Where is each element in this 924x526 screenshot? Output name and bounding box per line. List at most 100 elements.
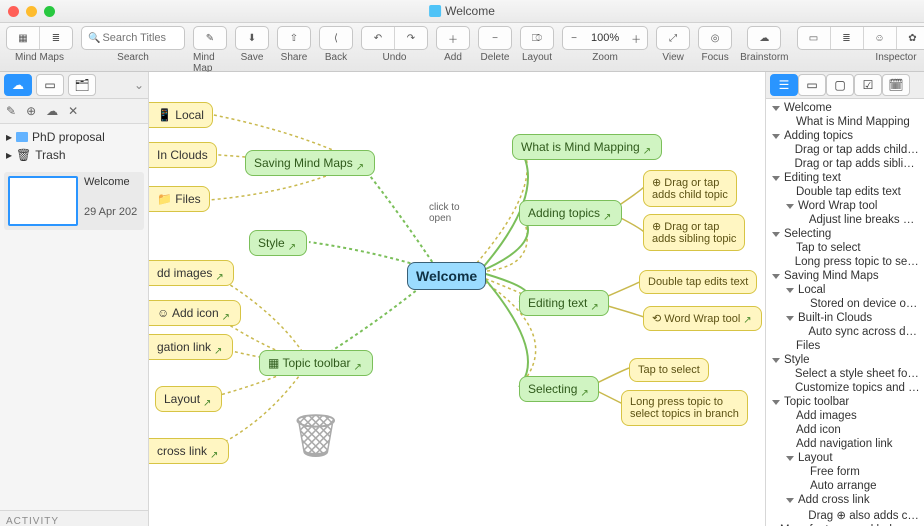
outline-row[interactable]: Built-in Clouds — [766, 311, 924, 325]
outline-row[interactable]: Drag or tap adds child topic — [766, 143, 924, 157]
outline-row[interactable]: Double tap edits text — [766, 185, 924, 199]
outline-row[interactable]: Layout — [766, 451, 924, 465]
disclosure-triangle-icon[interactable] — [772, 274, 780, 279]
redo-button[interactable]: ↷ — [395, 27, 427, 49]
inspector-tab-d[interactable]: ☑ — [854, 74, 882, 96]
node-files[interactable]: 📁 Files — [149, 186, 210, 212]
outline-row[interactable]: Adjust line breaks and... — [766, 213, 924, 227]
outline-row[interactable]: Editing text — [766, 171, 924, 185]
outline-row[interactable]: Drag or tap adds sibling to... — [766, 157, 924, 171]
close-icon[interactable]: ✕ — [68, 104, 78, 118]
disclosure-triangle-icon[interactable] — [786, 316, 794, 321]
search-input[interactable] — [100, 31, 174, 45]
disclosure-triangle-icon[interactable] — [772, 232, 780, 237]
disclosure-triangle-icon[interactable] — [772, 134, 780, 139]
inspector-toggle-2[interactable]: ≣ — [831, 27, 864, 49]
outline-row[interactable]: Auto sync across devices — [766, 325, 924, 339]
inspector-tab-c[interactable]: ▢ — [826, 74, 854, 96]
sidebar-tab-files[interactable]: 🗂 — [68, 74, 96, 96]
disclosure-triangle-icon[interactable] — [786, 456, 794, 461]
disclosure-triangle-icon[interactable] — [772, 176, 780, 181]
delete-button[interactable]: − — [478, 26, 512, 50]
search-field[interactable]: 🔍 — [81, 26, 185, 50]
new-icon[interactable]: ⊕ — [26, 104, 36, 118]
edit-icon[interactable]: ✎ — [6, 104, 16, 118]
trash-drop-icon[interactable]: 🗑 — [289, 412, 342, 461]
view-button[interactable]: ⤢ — [656, 26, 690, 50]
disclosure-triangle-icon[interactable] — [772, 106, 780, 111]
node-inclouds[interactable]: In Clouds — [149, 142, 217, 168]
add-button[interactable]: ＋ — [436, 26, 470, 50]
outline-row[interactable]: Long press topic to select... — [766, 255, 924, 269]
sidebar-tab-folder[interactable]: ▭ — [36, 74, 64, 96]
node-topic-toolbar[interactable]: ▦ Topic toolbar — [259, 350, 373, 376]
disclosure-triangle-icon[interactable] — [772, 400, 780, 405]
focus-button[interactable]: ◎ — [698, 26, 732, 50]
thumbnail-card[interactable]: Welcome 29 Apr 202 — [4, 172, 144, 230]
sync-icon[interactable]: ☁ — [46, 104, 58, 118]
outline-row[interactable]: Select a style sheet for th... — [766, 367, 924, 381]
inspector-tab-outline[interactable]: ☰ — [770, 74, 798, 96]
outline-row[interactable]: Saving Mind Maps — [766, 269, 924, 283]
outline-row[interactable]: Topic toolbar — [766, 395, 924, 409]
chevron-down-icon[interactable]: ⌄ — [134, 78, 144, 92]
layout-button[interactable]: ⎄ — [520, 26, 554, 50]
mindmaps-segment[interactable]: ▦ — [7, 27, 40, 49]
outline-row[interactable]: Customize topics and lines — [766, 381, 924, 395]
back-button[interactable]: ⟨ — [319, 26, 353, 50]
node-nav-link[interactable]: gation link — [149, 334, 233, 360]
outline-row[interactable]: Welcome — [766, 101, 924, 115]
close-window-icon[interactable] — [8, 6, 19, 17]
node-root[interactable]: Welcome — [407, 262, 486, 290]
undo-button[interactable]: ↶ — [362, 27, 395, 49]
outline-row[interactable]: Adding topics — [766, 129, 924, 143]
outline-row[interactable]: Stored on device only — [766, 297, 924, 311]
outline-row[interactable]: Local — [766, 283, 924, 297]
node-layout[interactable]: Layout — [155, 386, 222, 412]
node-word-wrap[interactable]: ⟲ Word Wrap tool — [643, 306, 762, 331]
outline-row[interactable]: Add icon — [766, 423, 924, 437]
node-add-icon[interactable]: ☺ Add icon — [149, 300, 241, 326]
node-saving[interactable]: Saving Mind Maps — [245, 150, 375, 176]
node-drag-child[interactable]: ⊕ Drag or tap adds child topic — [643, 170, 737, 207]
node-tap-select[interactable]: Tap to select — [629, 358, 709, 382]
node-add-images[interactable]: dd images — [149, 260, 234, 286]
inspector-tab-b[interactable]: ▭ — [798, 74, 826, 96]
zoom-out-icon[interactable]: − — [563, 33, 585, 44]
outline-row[interactable]: Files — [766, 339, 924, 353]
outline-row[interactable]: Tap to select — [766, 241, 924, 255]
node-what-is[interactable]: What is Mind Mapping — [512, 134, 662, 160]
node-drag-sibling[interactable]: ⊕ Drag or tap adds sibling topic — [643, 214, 745, 251]
arrange-segment[interactable]: ≣ — [40, 27, 72, 49]
zoom-control[interactable]: − 100% ＋ — [562, 26, 648, 50]
disclosure-triangle-icon[interactable] — [786, 204, 794, 209]
outline-row[interactable]: Drag ⊕ also adds cross... — [766, 507, 924, 523]
outline-row[interactable]: Add cross link — [766, 493, 924, 507]
zoom-in-icon[interactable]: ＋ — [625, 31, 647, 46]
outline-row[interactable]: Auto arrange — [766, 479, 924, 493]
inspector-toggle-1[interactable]: ▭ — [798, 27, 831, 49]
disclosure-triangle-icon[interactable] — [772, 358, 780, 363]
node-adding-topics[interactable]: Adding topics — [519, 200, 622, 226]
node-double-tap[interactable]: Double tap edits text — [639, 270, 757, 294]
tree-item-trash[interactable]: ▸🗑Trash — [6, 146, 142, 164]
zoom-window-icon[interactable] — [44, 6, 55, 17]
share-button[interactable]: ⇧ — [277, 26, 311, 50]
activity-bar[interactable]: ACTIVITY — [0, 510, 148, 526]
outline-row[interactable]: Word Wrap tool — [766, 199, 924, 213]
tree-item-phd[interactable]: ▸PhD proposal — [6, 128, 142, 146]
node-selecting[interactable]: Selecting — [519, 376, 599, 402]
disclosure-triangle-icon[interactable] — [786, 498, 794, 503]
outline-row[interactable]: What is Mind Mapping — [766, 115, 924, 129]
node-editing[interactable]: Editing text — [519, 290, 609, 316]
disclosure-triangle-icon[interactable] — [786, 288, 794, 293]
outline-tree[interactable]: WelcomeWhat is Mind MappingAdding topics… — [766, 99, 924, 526]
node-cross-link[interactable]: cross link — [149, 438, 229, 464]
node-local[interactable]: 📱 Local — [149, 102, 213, 128]
mindmap-canvas[interactable]: Welcome click to open What is Mind Mappi… — [149, 72, 765, 526]
node-style[interactable]: Style — [249, 230, 307, 256]
mindmap-button[interactable]: ✎ — [193, 26, 227, 50]
inspector-tab-e[interactable]: 🗓 — [882, 74, 910, 96]
outline-row[interactable]: Selecting — [766, 227, 924, 241]
outline-row[interactable]: Style — [766, 353, 924, 367]
